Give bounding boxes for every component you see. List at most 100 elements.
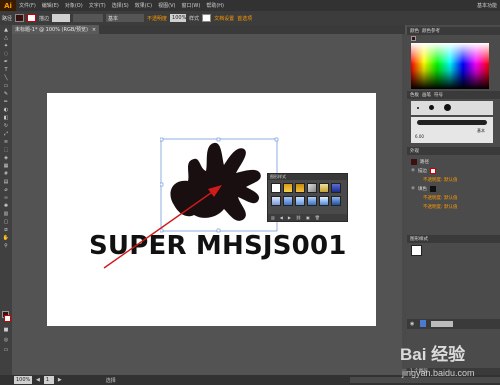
appearance-row-opacity[interactable]: 不透明度: 默认值 — [411, 202, 497, 211]
graphic-style-swatch[interactable] — [283, 196, 293, 206]
next-artboard-icon[interactable]: ▶ — [58, 377, 62, 383]
direct-selection-tool-icon[interactable]: △ — [2, 35, 10, 41]
color-panel-header[interactable]: 颜色 颜色参考 — [407, 27, 500, 35]
graphic-style-swatch[interactable] — [307, 183, 317, 193]
artboard-tool-icon[interactable]: ▢ — [2, 219, 10, 225]
scale-tool-icon[interactable]: ⤢ — [2, 131, 10, 137]
eraser-tool-icon[interactable]: ◧ — [2, 115, 10, 121]
menu-effect[interactable]: 效果(C) — [132, 2, 155, 9]
graphic-styles-mini-header[interactable]: 图形样式 — [407, 235, 500, 243]
free-transform-tool-icon[interactable]: ⬚ — [2, 147, 10, 153]
type-tool-icon[interactable]: T — [2, 67, 10, 73]
graphic-style-swatch[interactable] — [331, 196, 341, 206]
fill-swatch[interactable] — [15, 14, 25, 22]
blend-tool-icon[interactable]: ∞ — [2, 195, 10, 201]
column-graph-tool-icon[interactable]: ▥ — [2, 211, 10, 217]
graphic-style-swatch[interactable] — [295, 196, 305, 206]
delete-style-icon[interactable]: 🗑 — [315, 215, 320, 220]
selection-tool-icon[interactable]: ▲ — [2, 27, 10, 33]
selection-handle[interactable] — [216, 137, 221, 142]
graphic-style-swatch[interactable] — [319, 196, 329, 206]
stroke-color-icon[interactable] — [4, 315, 11, 322]
pen-tool-icon[interactable]: ✒ — [2, 59, 10, 65]
graphic-style-swatch[interactable] — [331, 183, 341, 193]
brush-definition-dropdown[interactable]: 基本 — [106, 14, 145, 22]
stroke-weight-dropdown[interactable] — [52, 14, 71, 22]
brush-tab-symbols[interactable]: 符号 — [434, 92, 443, 98]
appearance-row-stroke[interactable]: ◉ 描边 — [411, 166, 497, 175]
graphic-style-swatch[interactable] — [271, 196, 281, 206]
visibility-eye-icon[interactable]: ◉ — [411, 186, 415, 191]
mesh-tool-icon[interactable]: # — [2, 171, 10, 177]
next-style-icon[interactable]: ▶ — [288, 215, 291, 220]
artboard-number[interactable]: 1 — [43, 376, 54, 384]
selection-handle[interactable] — [160, 137, 164, 142]
rotate-tool-icon[interactable]: ↻ — [2, 123, 10, 129]
width-tool-icon[interactable]: ≋ — [2, 139, 10, 145]
fill-swatch-icon[interactable] — [429, 185, 436, 192]
brush-stroke-sample[interactable] — [417, 120, 487, 125]
close-tab-icon[interactable]: × — [92, 27, 96, 33]
stroke-swatch-icon[interactable] — [429, 167, 436, 174]
color-spectrum[interactable] — [411, 43, 489, 89]
graphic-style-swatch[interactable] — [295, 183, 305, 193]
zoom-level[interactable]: 100% — [14, 376, 32, 384]
graphic-style-swatch[interactable] — [319, 183, 329, 193]
brush-strokes-area[interactable]: 基本 6.00 — [411, 117, 493, 143]
menu-object[interactable]: 对象(O) — [62, 2, 86, 9]
zoom-tool-icon[interactable]: ⚲ — [2, 243, 10, 249]
brush-tab-brushes[interactable]: 画笔 — [422, 92, 431, 98]
paintbrush-tool-icon[interactable]: ✎ — [2, 91, 10, 97]
graphic-style-swatch[interactable] — [283, 183, 293, 193]
hand-tool-icon[interactable]: ✋ — [2, 235, 10, 241]
magic-wand-tool-icon[interactable]: ✦ — [2, 43, 10, 49]
screen-mode-icon[interactable]: ▭ — [2, 347, 10, 353]
perspective-grid-tool-icon[interactable]: ▦ — [2, 163, 10, 169]
fill-color-icon[interactable] — [411, 36, 416, 41]
menu-view[interactable]: 视图(V) — [155, 2, 178, 9]
blob-brush-tool-icon[interactable]: ◐ — [2, 107, 10, 113]
brush-tab-swatches[interactable]: 色板 — [410, 92, 419, 98]
appearance-row-fill-opacity[interactable]: 不透明度: 默认值 — [411, 193, 497, 202]
style-swatch[interactable] — [202, 14, 212, 22]
menu-type[interactable]: 文字(T) — [86, 2, 109, 9]
menu-edit[interactable]: 编辑(E) — [39, 2, 62, 9]
menu-file[interactable]: 文件(F) — [16, 2, 39, 9]
new-style-icon[interactable]: ▣ — [306, 215, 310, 220]
prev-artboard-icon[interactable]: ◀ — [36, 377, 40, 383]
pencil-tool-icon[interactable]: ✏ — [2, 99, 10, 105]
visibility-eye-icon[interactable]: ◉ — [411, 168, 415, 173]
graphic-style-swatch[interactable] — [271, 183, 281, 193]
workspace-switcher[interactable]: 基本功能 — [474, 2, 500, 9]
appearance-panel-header[interactable]: 外观 — [407, 147, 500, 155]
variable-width-dropdown[interactable] — [73, 14, 104, 22]
eyedropper-tool-icon[interactable]: ⌀ — [2, 187, 10, 193]
selection-handle[interactable] — [274, 137, 279, 142]
line-tool-icon[interactable]: ╲ — [2, 75, 10, 81]
brush-dot-small[interactable] — [417, 107, 419, 109]
preferences-button[interactable]: 首选项 — [237, 15, 252, 22]
menu-select[interactable]: 选择(S) — [109, 2, 132, 9]
graphic-styles-panel[interactable]: 图形样式 ▥ ◀ ▶ ⛓ ▣ 🗑 — [267, 173, 348, 222]
appearance-row-stroke-opacity[interactable]: 不透明度: 默认值 — [411, 175, 497, 184]
appearance-row-path[interactable]: 路径 — [411, 157, 497, 166]
brush-dot-large[interactable] — [444, 104, 451, 111]
layer-visibility-icon[interactable]: ◉ — [410, 321, 414, 327]
opacity-input[interactable]: 100% — [170, 14, 186, 22]
break-link-icon[interactable]: ⛓ — [296, 215, 301, 220]
symbol-sprayer-tool-icon[interactable]: ✺ — [2, 203, 10, 209]
brush-dot-medium[interactable] — [429, 105, 434, 110]
graphic-style-swatch[interactable] — [307, 196, 317, 206]
menu-window[interactable]: 窗口(W) — [178, 2, 203, 9]
color-mode-icon[interactable]: ■ — [2, 327, 10, 333]
doc-setup-button[interactable]: 文档设置 — [214, 15, 234, 22]
rectangle-tool-icon[interactable]: ▭ — [2, 83, 10, 89]
menu-help[interactable]: 帮助(H) — [203, 2, 227, 9]
layers-row[interactable]: ◉ — [407, 319, 500, 329]
library-menu-icon[interactable]: ▥ — [271, 215, 275, 220]
lasso-tool-icon[interactable]: ◌ — [2, 51, 10, 57]
gradient-tool-icon[interactable]: ▤ — [2, 179, 10, 185]
brush-preview-area[interactable] — [411, 101, 493, 115]
prev-style-icon[interactable]: ◀ — [280, 215, 283, 220]
stroke-swatch[interactable] — [27, 14, 37, 22]
